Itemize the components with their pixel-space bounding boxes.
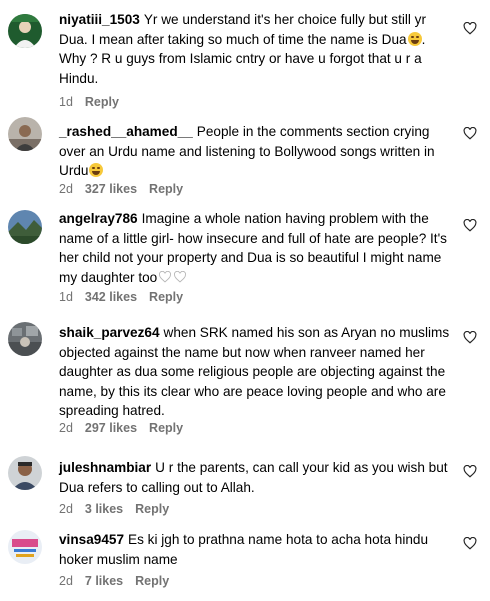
comments-list: niyatiii_1503 Yr we understand it's her c… bbox=[0, 0, 490, 601]
comment-username[interactable]: vinsa9457 bbox=[59, 532, 124, 547]
comment-age: 2d bbox=[59, 421, 73, 435]
reply-button[interactable]: Reply bbox=[149, 421, 183, 435]
comment-text: juleshnambiar U r the parents, can call y… bbox=[59, 460, 448, 495]
comment-username[interactable]: juleshnambiar bbox=[59, 460, 151, 475]
like-count[interactable]: 327 likes bbox=[85, 182, 137, 196]
comment-meta: 1d Reply bbox=[59, 95, 131, 109]
face-with-tears-of-joy-icon bbox=[89, 163, 104, 177]
reply-button[interactable]: Reply bbox=[135, 574, 169, 588]
comment-username[interactable]: _rashed__ahamed__ bbox=[59, 124, 193, 139]
avatar[interactable] bbox=[8, 117, 42, 151]
white-heart-emoji-icon bbox=[173, 270, 187, 283]
comment-age: 1d bbox=[59, 95, 73, 109]
like-count[interactable]: 3 likes bbox=[85, 502, 123, 516]
comment-age: 2d bbox=[59, 574, 73, 588]
avatar[interactable] bbox=[8, 210, 42, 244]
heart-outline-icon[interactable] bbox=[463, 465, 477, 478]
comment-age: 2d bbox=[59, 502, 73, 516]
reply-button[interactable]: Reply bbox=[149, 290, 183, 304]
comment-text: _rashed__ahamed__ People in the comments … bbox=[59, 124, 435, 178]
comment-text: vinsa9457 Es ki jgh to prathna name hota … bbox=[59, 532, 429, 567]
avatar[interactable] bbox=[8, 530, 42, 564]
comment-meta: 2d 327 likes Reply bbox=[59, 182, 195, 196]
heart-outline-icon[interactable] bbox=[463, 219, 477, 232]
face-with-tears-of-joy-icon bbox=[407, 31, 422, 46]
reply-button[interactable]: Reply bbox=[85, 95, 119, 109]
comment-age: 1d bbox=[59, 290, 73, 304]
heart-outline-icon[interactable] bbox=[463, 331, 477, 344]
comment-meta: 2d 297 likes Reply bbox=[59, 421, 195, 435]
avatar[interactable] bbox=[8, 14, 42, 48]
reply-button[interactable]: Reply bbox=[149, 182, 183, 196]
heart-outline-icon[interactable] bbox=[463, 537, 477, 550]
like-count[interactable]: 342 likes bbox=[85, 290, 137, 304]
comment-meta: 2d 7 likes Reply bbox=[59, 574, 181, 588]
comment-text: niyatiii_1503 Yr we understand it's her c… bbox=[59, 12, 427, 86]
avatar[interactable] bbox=[8, 322, 42, 356]
comment-age: 2d bbox=[59, 182, 73, 196]
reply-button[interactable]: Reply bbox=[135, 502, 169, 516]
comment-username[interactable]: angelray786 bbox=[59, 211, 138, 226]
heart-outline-icon[interactable] bbox=[463, 22, 477, 35]
heart-outline-icon[interactable] bbox=[463, 127, 477, 140]
like-count[interactable]: 7 likes bbox=[85, 574, 123, 588]
comment-text: shaik_parvez64 when SRK named his son as … bbox=[59, 325, 450, 418]
comment-meta: 1d 342 likes Reply bbox=[59, 290, 195, 304]
avatar[interactable] bbox=[8, 456, 42, 490]
comment-text: angelray786 Imagine a whole nation having… bbox=[59, 211, 447, 285]
like-count[interactable]: 297 likes bbox=[85, 421, 137, 435]
comment-meta: 2d 3 likes Reply bbox=[59, 502, 181, 516]
comment-username[interactable]: shaik_parvez64 bbox=[59, 325, 160, 340]
comment-username[interactable]: niyatiii_1503 bbox=[59, 12, 140, 27]
white-heart-emoji-icon bbox=[158, 270, 172, 283]
